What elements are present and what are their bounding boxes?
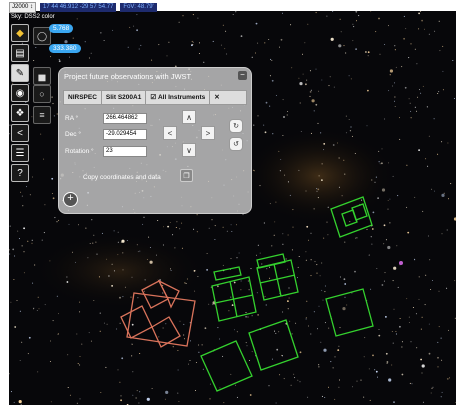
clear-icon[interactable]: ○ xyxy=(33,85,51,103)
all-instruments-label: All Instruments xyxy=(157,94,206,101)
ra-input[interactable]: 266.464862 xyxy=(103,113,147,124)
down-arrow-icon[interactable]: ∨ xyxy=(182,143,196,157)
ra-label: RA ° xyxy=(65,115,79,122)
help-icon[interactable]: ? xyxy=(11,164,29,182)
copy-icon[interactable]: ❐ xyxy=(180,169,193,182)
survey-label: Sky: DSS2 color xyxy=(11,14,55,20)
jwst-footprints[interactable] xyxy=(200,196,374,392)
rotation-input[interactable]: 23 xyxy=(103,146,147,157)
left-arrow-icon[interactable]: < xyxy=(163,126,177,140)
top-bar: J2000 ↕ 17 44 46.912 -29 57 54.77 FoV: 4… xyxy=(9,2,157,13)
camera-icon[interactable]: ◉ xyxy=(11,84,29,102)
up-arrow-icon[interactable]: ∧ xyxy=(182,110,196,124)
list-icon[interactable]: ≡ xyxy=(33,106,51,124)
count-bubble: 5.768 xyxy=(49,24,74,33)
frame-select[interactable]: J2000 ↕ xyxy=(9,2,37,13)
coordinates-readout: 17 44 46.912 -29 57 54.77 xyxy=(40,3,117,12)
panel-title: Project future observations with JWST xyxy=(64,72,192,81)
all-instruments-checkbox[interactable]: ☑ All Instruments xyxy=(146,91,211,104)
pencil-icon[interactable]: ✎ xyxy=(11,64,29,82)
chart-icon[interactable]: ▅ xyxy=(33,67,51,85)
menu-icon[interactable]: ☰ xyxy=(11,144,29,162)
dec-input[interactable]: -29.029454 xyxy=(103,129,147,140)
jwst-panel: Project future observations with JWST − … xyxy=(58,67,252,214)
instrument-select[interactable]: NIRSPEC xyxy=(64,91,102,104)
rotation-label: Rotation ° xyxy=(65,148,94,155)
minimize-icon[interactable]: − xyxy=(238,71,247,80)
copy-label: Copy coordinates and data xyxy=(83,174,161,181)
rotate-cw-icon[interactable]: ↻ xyxy=(229,119,243,133)
share-icon[interactable]: < xyxy=(11,124,29,142)
fov-readout: FoV: 48.79' xyxy=(120,3,157,12)
close-icon[interactable]: ✕ xyxy=(210,91,223,104)
catalog-icon[interactable]: ▤ xyxy=(11,44,29,62)
dec-label: Dec ° xyxy=(65,131,81,138)
add-icon[interactable]: + xyxy=(63,192,78,207)
right-arrow-icon[interactable]: > xyxy=(201,126,215,140)
left-toolbar: ◆ ▤ ✎ ◉ ❖ < ☰ ? xyxy=(11,24,29,184)
instrument-bar: NIRSPEC Slit S200A1 ☑ All Instruments ✕ xyxy=(63,90,247,105)
selected-footprint[interactable] xyxy=(120,279,196,348)
cube-icon[interactable]: ❖ xyxy=(11,104,29,122)
rotate-ccw-icon[interactable]: ↺ xyxy=(229,137,243,151)
value-bubble: 333.380 xyxy=(49,44,81,53)
layers-icon[interactable]: ◆ xyxy=(11,24,29,42)
mode-select[interactable]: Slit S200A1 xyxy=(102,91,147,104)
